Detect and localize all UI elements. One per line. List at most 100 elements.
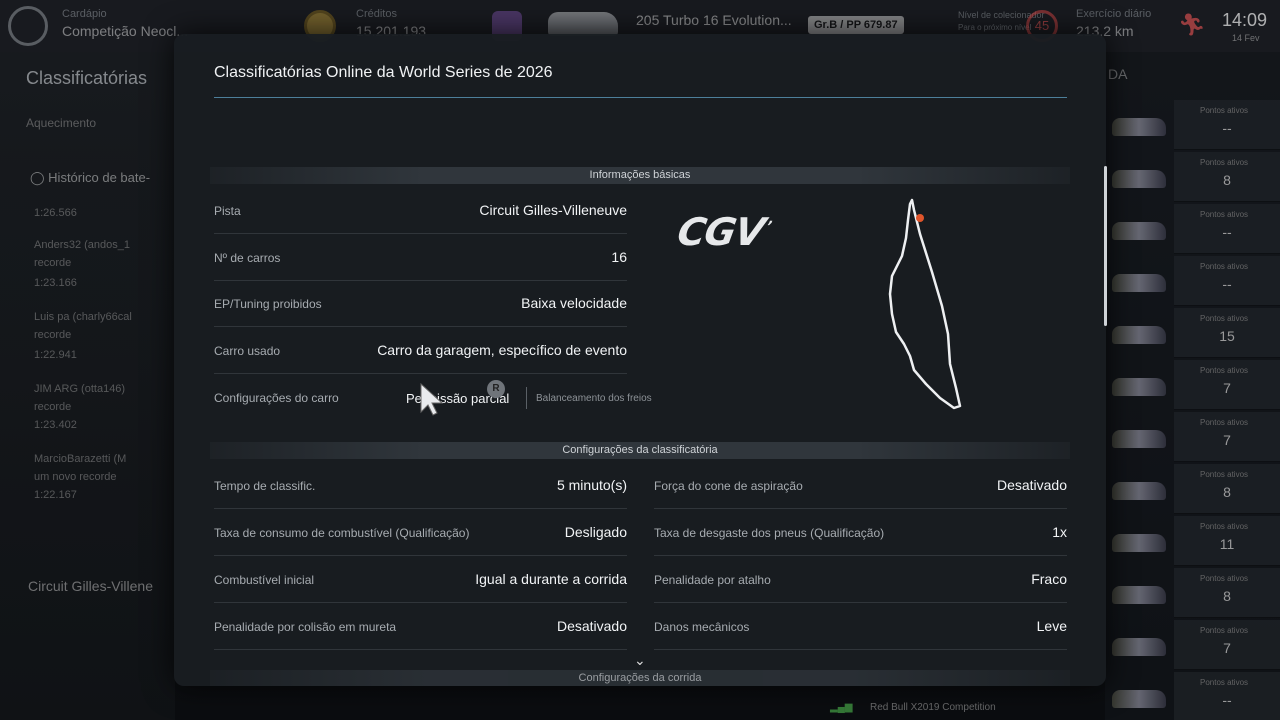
car-thumbnail-icon: [1112, 222, 1166, 240]
chat-history-button[interactable]: ◯ Histórico de bate-: [30, 170, 150, 186]
basic-row-track: Pista Circuit Gilles-Villeneuve: [214, 188, 627, 234]
row-value: 16: [611, 249, 627, 265]
qualifying-row: Taxa de consumo de combustível (Qualific…: [214, 510, 627, 556]
bottom-car-strip: ▂▄▆ Red Bull X2019 Competition: [830, 690, 1105, 720]
points-label: Pontos ativos: [1200, 158, 1249, 167]
row-value: Desativado: [556, 618, 627, 634]
signal-icon: ▂▄▆: [830, 702, 853, 713]
row-value: Baixa velocidade: [521, 295, 627, 311]
row-value: Desligado: [564, 524, 627, 540]
menu-value: Competição Neocl...: [62, 23, 189, 39]
car-thumbnail-icon: [1112, 326, 1166, 344]
row-value: Leve: [1036, 618, 1067, 634]
list-item: MarcioBarazetti (M: [34, 453, 127, 465]
row-key: Carro usado: [214, 344, 281, 358]
list-item: Anders32 (andos_1: [34, 239, 131, 251]
car-thumbnail-icon: [1112, 118, 1166, 136]
credits-label: Créditos: [356, 8, 397, 20]
r-button-icon: R: [487, 380, 505, 398]
car-thumbnail-icon: [1112, 430, 1166, 448]
points-label: Pontos ativos: [1200, 106, 1249, 115]
qualifying-row: Penalidade por colisão em mureta Desativa…: [214, 604, 627, 650]
qualifying-row: Força do cone de aspiração Desativado: [654, 463, 1067, 509]
runner-icon: 🏃︎: [1178, 12, 1206, 37]
list-item: Pontos ativos 7: [1174, 360, 1280, 410]
qualifying-row: Tempo de classific. 5 minuto(s): [214, 463, 627, 509]
car-thumbnail-icon: [1112, 638, 1166, 656]
car-thumbnail-icon: [1112, 482, 1166, 500]
points-value: 7: [1223, 640, 1231, 656]
right-header: DA: [1108, 66, 1128, 82]
divider: [526, 387, 527, 409]
track-logo: CGV’: [674, 210, 774, 254]
car-thumbnail-icon: [1112, 586, 1166, 604]
car-block: 205 Turbo 16 Evolution...: [636, 12, 792, 28]
row-value: 5 minuto(s): [556, 477, 627, 493]
list-item: 1:26.566: [34, 207, 77, 219]
car-class-badge: Gr.B / PP 679.87: [808, 16, 904, 34]
row-key: Danos mecânicos: [654, 620, 750, 634]
points-value: --: [1222, 120, 1232, 136]
pointer-cursor-icon: [420, 382, 444, 416]
points-value: 7: [1223, 380, 1231, 396]
list-item: Pontos ativos --: [1174, 672, 1280, 720]
list-item: recorde: [34, 257, 72, 269]
event-details-modal: Classificatórias Online da World Series …: [174, 34, 1106, 686]
car-thumbnail-icon: [1112, 378, 1166, 396]
menu-block[interactable]: Cardápio Competição Neocl...: [62, 8, 188, 39]
track-logo-text: CGV: [674, 210, 768, 254]
car-thumbnail-icon: [1112, 690, 1166, 708]
points-value: 11: [1219, 536, 1235, 552]
car-thumbnail-icon: [1112, 170, 1166, 188]
points-label: Pontos ativos: [1200, 366, 1249, 375]
row-key: Nº de carros: [214, 251, 281, 265]
row-key: Taxa de desgaste dos pneus (Qualificação…: [654, 526, 885, 540]
qualifying-row: Combustível inicial Igual a durante a cor…: [214, 557, 627, 603]
section-qualifying: Configurações da classificatória: [210, 442, 1070, 459]
row-value: Igual a durante a corrida: [475, 571, 627, 587]
list-item: 1:22.941: [34, 349, 77, 361]
points-value: 8: [1223, 172, 1231, 188]
row-key: Pista: [214, 204, 241, 218]
row-key: Taxa de consumo de combustível (Qualific…: [214, 526, 470, 540]
row-key: Força do cone de aspiração: [654, 479, 803, 493]
car-thumbnail-icon: [1112, 534, 1166, 552]
menu-label: Cardápio: [62, 8, 107, 20]
list-item: um novo recorde: [34, 471, 117, 483]
row-value: 1x: [1052, 524, 1067, 540]
row-value: Fraco: [1031, 571, 1067, 587]
points-label: Pontos ativos: [1200, 626, 1249, 635]
points-label: Pontos ativos: [1200, 522, 1249, 531]
points-label: Pontos ativos: [1200, 678, 1249, 687]
points-value: 8: [1223, 588, 1231, 604]
qualifying-row: Danos mecânicos Leve: [654, 604, 1067, 650]
title-divider: [214, 97, 1067, 98]
qualifying-row: Taxa de desgaste dos pneus (Qualificação…: [654, 510, 1067, 556]
chevron-down-icon[interactable]: ⌄: [634, 652, 646, 669]
row-key: Penalidade por colisão em mureta: [214, 620, 397, 634]
clock: 14:09: [1222, 10, 1268, 30]
list-item: JIM ARG (otta146): [34, 383, 126, 395]
list-item: 1:23.166: [34, 277, 77, 289]
points-label: Pontos ativos: [1200, 210, 1249, 219]
list-item: 1:22.167: [34, 489, 77, 501]
left-panel-subtitle[interactable]: Aquecimento: [26, 116, 96, 130]
current-car-icon: [548, 12, 618, 36]
points-label: Pontos ativos: [1200, 418, 1249, 427]
list-item: Luis pa (charly66cal: [34, 311, 132, 323]
points-label: Pontos ativos: [1200, 574, 1249, 583]
points-value: --: [1222, 692, 1232, 708]
section-basic-info: Informações básicas: [210, 167, 1070, 184]
left-circuit-name: Circuit Gilles-Villene: [28, 578, 154, 594]
list-item: Pontos ativos --: [1174, 256, 1280, 306]
car-settings-detail: Balanceamento dos freios: [536, 393, 652, 404]
modal-scrollbar[interactable]: [1104, 166, 1107, 326]
points-label: Pontos ativos: [1200, 470, 1249, 479]
row-key: Combustível inicial: [214, 573, 315, 587]
row-value: Circuit Gilles-Villeneuve: [479, 202, 627, 218]
points-label: Pontos ativos: [1200, 262, 1249, 271]
list-item: Pontos ativos 8: [1174, 568, 1280, 618]
daily-label: Exercício diário: [1076, 8, 1152, 20]
points-value: 7: [1223, 432, 1231, 448]
list-item: Pontos ativos 8: [1174, 152, 1280, 202]
